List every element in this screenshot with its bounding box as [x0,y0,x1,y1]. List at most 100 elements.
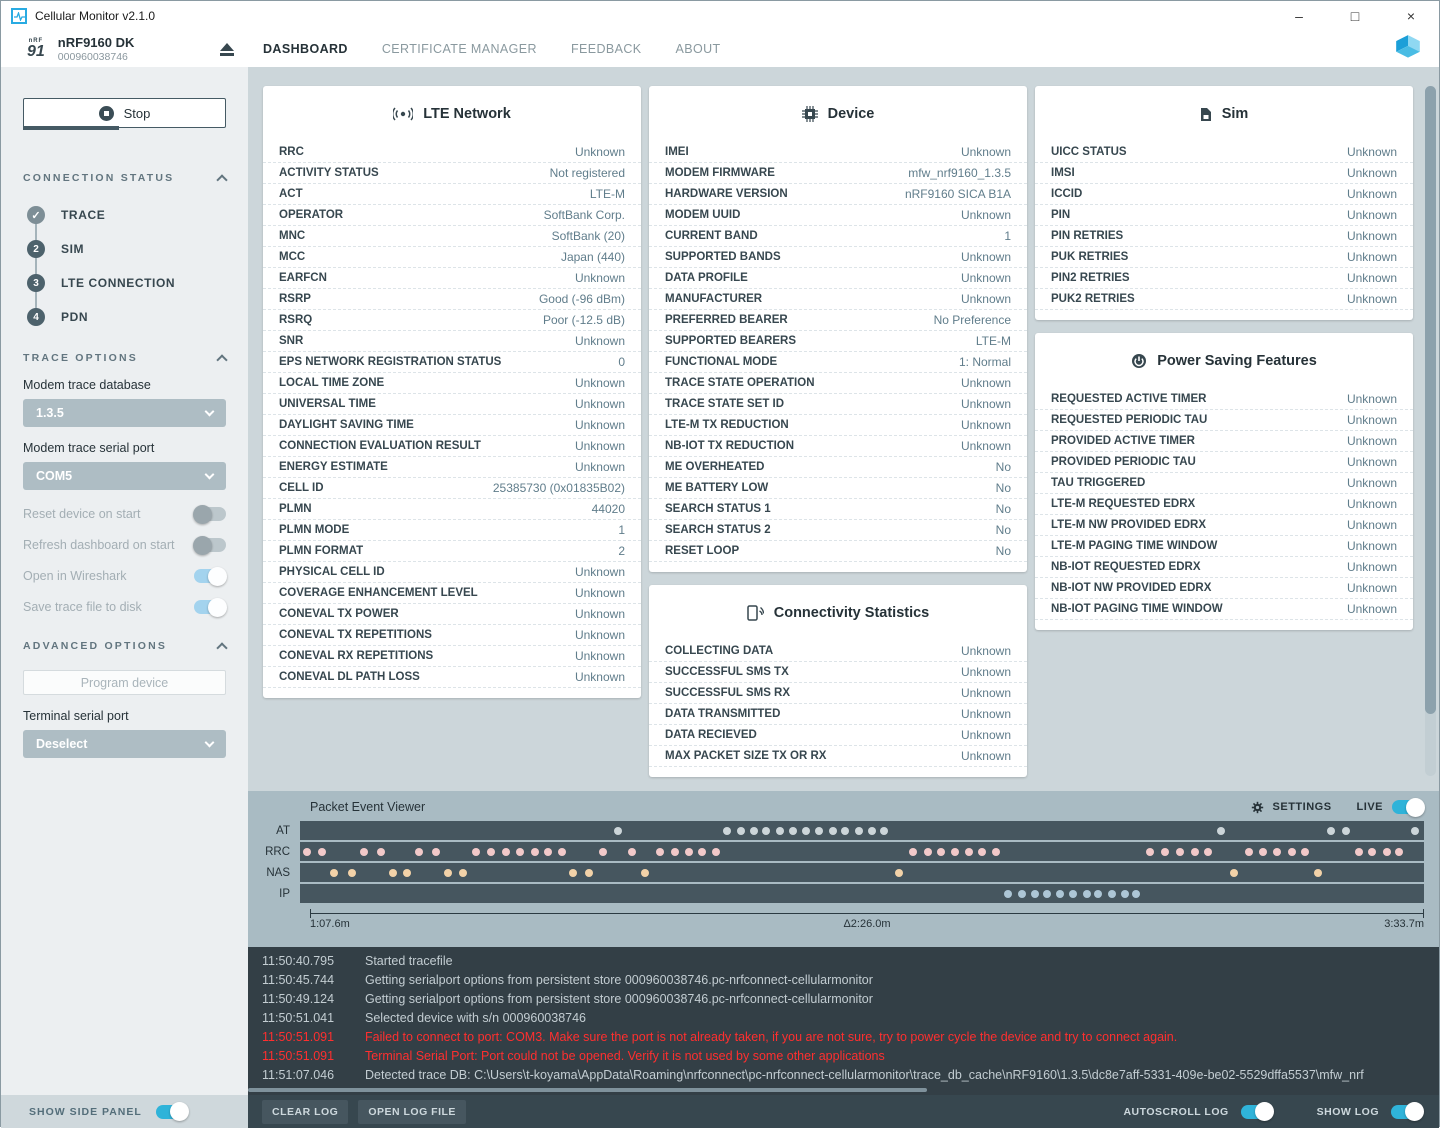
info-row: MCCJapan (440) [263,247,641,268]
tab-certificate-manager[interactable]: CERTIFICATE MANAGER [382,42,537,56]
info-value: SoftBank (20) [552,229,625,243]
info-value: No [996,481,1011,495]
packet-event-dot [360,848,368,856]
toggle-label: Reset device on start [23,507,140,521]
packet-event-dot [1056,890,1064,898]
stop-button[interactable]: Stop [23,98,226,128]
tab-about[interactable]: ABOUT [676,42,721,56]
info-row: CONEVAL DL PATH LOSSUnknown [263,667,641,688]
log-horizontal-scrollbar[interactable] [248,1088,927,1092]
modem-trace-serial-port-label: Modem trace serial port [23,441,226,455]
info-value: Japan (440) [561,250,625,264]
track-row-at: AT [248,821,1424,840]
info-row: COVERAGE ENHANCEMENT LEVELUnknown [263,583,641,604]
info-key: NB-IOT REQUESTED EDRX [1051,561,1201,573]
track-row-ip: IP [248,884,1424,903]
info-key: PROVIDED ACTIVE TIMER [1051,435,1195,447]
info-row: ACTLTE-M [263,184,641,205]
modem-trace-database-select[interactable]: 1.3.5 [23,399,226,427]
info-row: DAYLIGHT SAVING TIMEUnknown [263,415,641,436]
info-value: No [996,502,1011,516]
tab-feedback[interactable]: FEEDBACK [571,42,642,56]
eject-icon[interactable] [220,43,234,56]
open-log-file-button[interactable]: OPEN LOG FILE [358,1100,466,1124]
power-icon [1131,353,1147,369]
close-button[interactable]: × [1383,1,1439,31]
scrollbar-thumb[interactable] [1425,86,1436,714]
dashboard-scrollbar[interactable] [1425,86,1436,776]
info-row: LTE-M PAGING TIME WINDOWUnknown [1035,536,1413,557]
track-nas[interactable] [300,863,1424,882]
log-entry: 11:50:49.124Getting serialport options f… [262,990,1439,1009]
advanced-options-header[interactable]: ADVANCED OPTIONS [23,640,226,652]
track-at[interactable] [300,821,1424,840]
stop-icon [99,106,114,121]
log-entry: 11:50:45.744Getting serialport options f… [262,971,1439,990]
minimize-button[interactable]: – [1271,1,1327,31]
info-value: No [996,523,1011,537]
log-console[interactable]: 11:50:40.795Started tracefile11:50:45.74… [248,947,1439,1095]
info-row: SEARCH STATUS 1No [649,499,1027,520]
refresh-dashboard-on-start-toggle[interactable] [194,538,226,552]
info-row: DATA TRANSMITTEDUnknown [649,704,1027,725]
device-card: Device IMEIUnknownMODEM FIRMWAREmfw_nrf9… [649,86,1027,572]
modem-trace-serial-port-select[interactable]: COM5 [23,462,226,490]
info-value: 0 [618,355,625,369]
live-toggle[interactable] [1392,800,1424,814]
info-value: Unknown [1347,250,1397,264]
log-timestamp: 11:50:51.091 [262,1047,350,1066]
log-message: Failed to connect to port: COM3. Make su… [350,1028,1177,1047]
packet-event-dot [1273,848,1281,856]
packet-event-dot [1342,827,1350,835]
info-key: OPERATOR [279,209,343,221]
info-key: PHYSICAL CELL ID [279,566,385,578]
reset-device-on-start-toggle[interactable] [194,507,226,521]
info-row: MODEM FIRMWAREmfw_nrf9160_1.3.5 [649,163,1027,184]
info-key: LTE-M TX REDUCTION [665,419,789,431]
toggle-label: Open in Wireshark [23,569,127,583]
track-rrc[interactable] [300,842,1424,861]
info-value: Unknown [575,460,625,474]
info-key: LTE-M PAGING TIME WINDOW [1051,540,1217,552]
terminal-serial-port-select[interactable]: Deselect [23,730,226,758]
chevron-down-icon [205,737,215,747]
save-trace-file-to-disk-toggle[interactable] [194,600,226,614]
info-key: LTE-M REQUESTED EDRX [1051,498,1195,510]
settings-button[interactable]: SETTINGS [1273,801,1332,813]
autoscroll-log-toggle[interactable] [1241,1105,1273,1119]
program-device-button[interactable]: Program device [23,670,226,695]
toggle-row: Open in Wireshark [23,569,226,583]
connection-status-header[interactable]: CONNECTION STATUS [23,172,226,184]
log-timestamp: 11:50:49.124 [262,990,350,1009]
open-in-wireshark-toggle[interactable] [194,569,226,583]
show-log-toggle[interactable] [1391,1105,1423,1119]
device-selector[interactable]: nRF91 nRF9160 DK 000960038746 [1,31,248,67]
info-key: ME BATTERY LOW [665,482,768,494]
info-value: Unknown [1347,518,1397,532]
info-key: PLMN FORMAT [279,545,363,557]
check-icon: ✓ [27,206,45,224]
info-row: SUCCESSFUL SMS RXUnknown [649,683,1027,704]
packet-event-dot [723,827,731,835]
info-row: CELL ID25385730 (0x01835B02) [263,478,641,499]
side-panel: Stop CONNECTION STATUS ✓TRACE2SIM3LTE CO… [1,67,248,1128]
trace-options-header[interactable]: TRACE OPTIONS [23,352,226,364]
info-row: CONNECTION EVALUATION RESULTUnknown [263,436,641,457]
packet-event-dot [599,848,607,856]
clear-log-button[interactable]: CLEAR LOG [262,1100,348,1124]
nav-bar: nRF91 nRF9160 DK 000960038746 DASHBOARD C… [1,31,1439,67]
show-side-panel-toggle[interactable] [156,1105,188,1119]
stop-button-label: Stop [124,106,151,121]
info-value: Unknown [961,644,1011,658]
tab-dashboard[interactable]: DASHBOARD [263,42,348,56]
log-footer-bar: CLEAR LOG OPEN LOG FILE AUTOSCROLL LOG S… [248,1095,1439,1128]
packet-event-dot [1094,890,1102,898]
info-key: NB-IOT TX REDUCTION [665,440,794,452]
maximize-button[interactable]: □ [1327,1,1383,31]
track-label: AT [248,825,300,837]
info-key: DATA RECIEVED [665,729,757,741]
step-pdn: 4PDN [27,308,226,326]
track-ip[interactable] [300,884,1424,903]
packet-event-dot [614,827,622,835]
connection-status-steps: ✓TRACE2SIM3LTE CONNECTION4PDN [27,206,226,326]
